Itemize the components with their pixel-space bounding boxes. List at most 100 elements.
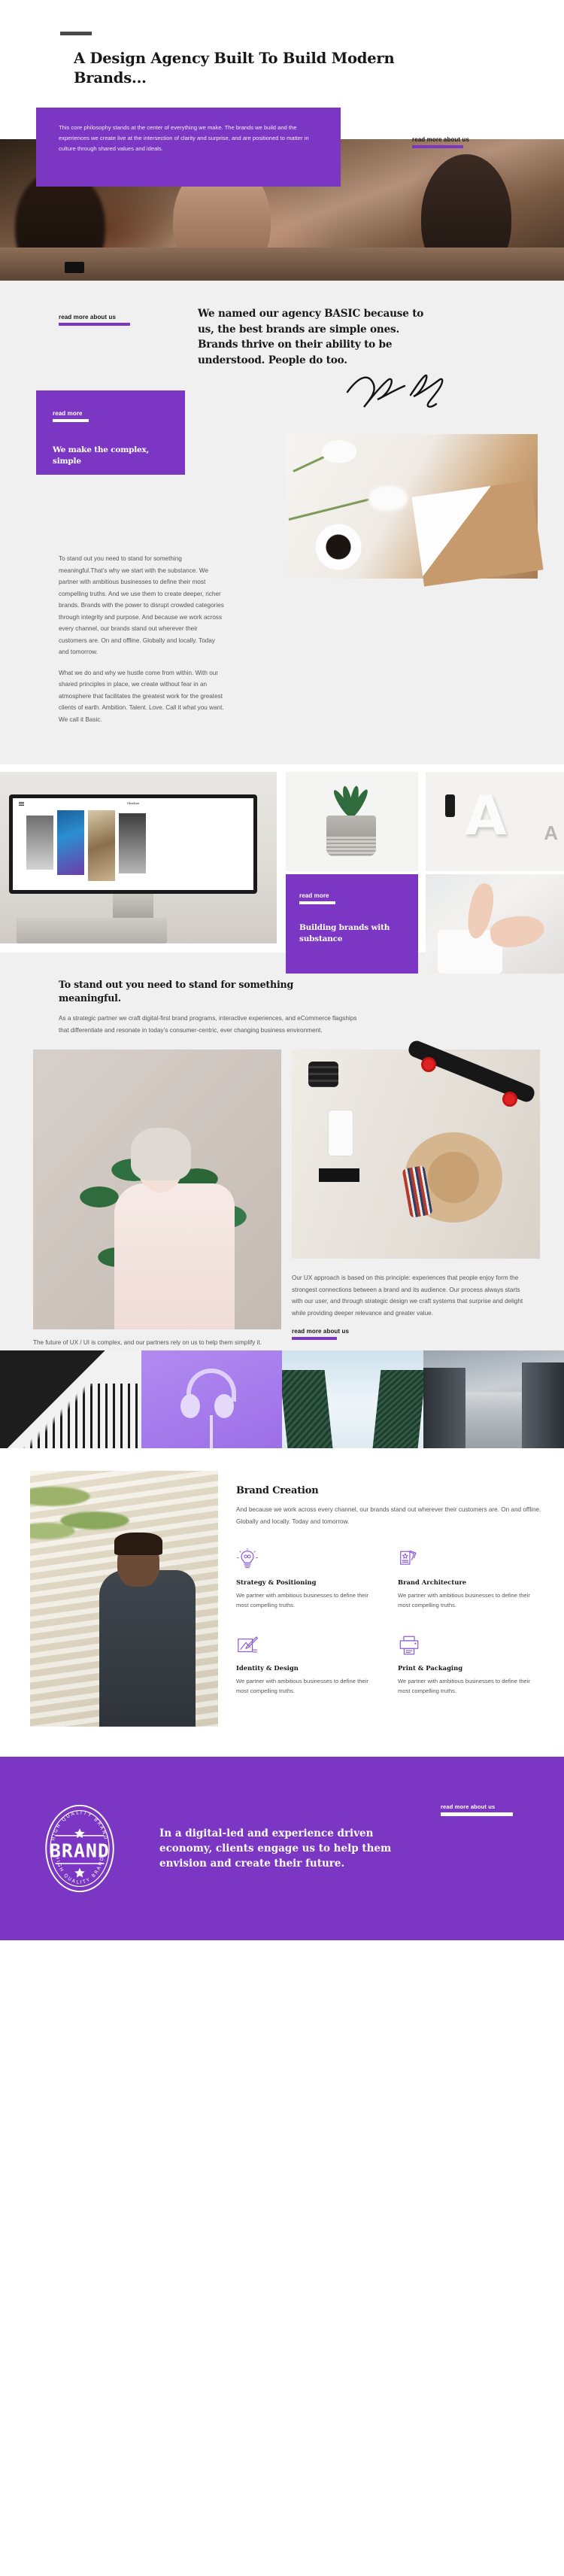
hero-desk bbox=[0, 248, 564, 281]
building-brands-read-more-link[interactable]: read more bbox=[299, 892, 335, 904]
basic-paragraph-1: To stand out you need to stand for somet… bbox=[59, 555, 224, 655]
photo-hair bbox=[131, 1128, 191, 1180]
feature-strategy-positioning[interactable]: Strategy & Positioning We partner with a… bbox=[236, 1548, 380, 1610]
cards-star-icon bbox=[400, 1550, 417, 1565]
tulip-stem-2 bbox=[288, 498, 370, 521]
landing-page: A Design Agency Built To Build Modern Br… bbox=[0, 0, 564, 1940]
feature-title: Brand Architecture bbox=[398, 1578, 467, 1586]
standout-read-more-underline bbox=[292, 1337, 337, 1340]
standout-right-note: Our UX approach is based on this princip… bbox=[292, 1272, 526, 1340]
hero-read-more-underline bbox=[412, 145, 463, 148]
hero-phone bbox=[65, 262, 84, 273]
letter-a-photo: A A bbox=[426, 772, 564, 871]
feature-text: We partner with ambitious businesses to … bbox=[236, 1592, 368, 1608]
tulip-flower-2 bbox=[368, 485, 408, 511]
skateboard-wheel-2 bbox=[502, 1092, 517, 1107]
gallery-image-2 bbox=[57, 810, 84, 875]
standout-read-more-link[interactable]: read more about us bbox=[292, 1328, 349, 1340]
headphone-cup-right bbox=[214, 1394, 234, 1418]
feature-text: We partner with ambitious businesses to … bbox=[398, 1678, 530, 1694]
hero-section: A Design Agency Built To Build Modern Br… bbox=[0, 0, 564, 282]
standout-grid: Our UX approach is based on this princip… bbox=[0, 1038, 564, 1369]
hero-philosophy-text: This core philosophy stands at the cente… bbox=[59, 124, 309, 152]
shopping-mall-photo bbox=[423, 1350, 564, 1448]
feature-text: We partner with ambitious businesses to … bbox=[236, 1678, 368, 1694]
title-rule bbox=[60, 32, 92, 35]
brand-creation-feature-grid: Strategy & Positioning We partner with a… bbox=[236, 1548, 541, 1696]
hands-photo bbox=[426, 874, 564, 974]
feature-title: Identity & Design bbox=[236, 1664, 299, 1672]
feature-title: Print & Packaging bbox=[398, 1664, 463, 1672]
man-hair bbox=[114, 1533, 162, 1555]
complex-simple-read-more-link[interactable]: read more bbox=[53, 410, 89, 422]
building-left bbox=[282, 1370, 333, 1448]
imac-gallery bbox=[26, 810, 146, 881]
footer-read-more-link[interactable]: read more about us bbox=[441, 1803, 513, 1816]
big-letter-a: A bbox=[465, 784, 507, 847]
basic-read-more-label: read more about us bbox=[59, 314, 117, 320]
plant-photo bbox=[286, 772, 418, 871]
tulips-coffee-photo bbox=[286, 434, 544, 587]
architecture-stripes-photo bbox=[0, 1350, 141, 1448]
hero-image-band: This core philosophy stands at the cente… bbox=[0, 108, 564, 282]
imac-site-title: Obsidian bbox=[126, 802, 140, 805]
printer-icon bbox=[399, 1636, 419, 1655]
tulip-flower-1 bbox=[322, 440, 356, 463]
hero-philosophy-card: This core philosophy stands at the cente… bbox=[36, 108, 341, 187]
building-right bbox=[372, 1370, 423, 1448]
complex-simple-card[interactable]: read more We make the complex, simple bbox=[36, 390, 185, 475]
mosaic-section: Obsidian A A read more Building brands w… bbox=[0, 764, 564, 974]
standout-sub: As a strategic partner we craft digital-… bbox=[59, 1015, 357, 1034]
plant-pot-rope bbox=[326, 837, 376, 856]
building-brands-card[interactable]: read more Building brands with substance bbox=[286, 874, 418, 974]
basic-cta-col: read more about us bbox=[59, 306, 198, 368]
brand-creation-lead: And because we work across every channel… bbox=[236, 1506, 541, 1525]
skyscrapers-photo bbox=[282, 1350, 423, 1448]
basic-copy: To stand out you need to stand for somet… bbox=[0, 541, 226, 764]
woman-with-plants-photo bbox=[33, 1050, 281, 1329]
imac-stand bbox=[113, 894, 153, 918]
standout-section: To stand out you need to stand for somet… bbox=[0, 952, 564, 1369]
man-torso bbox=[99, 1570, 196, 1727]
brand-creation-section: Brand Creation And because we work acros… bbox=[0, 1448, 564, 1757]
feature-text: We partner with ambitious businesses to … bbox=[398, 1592, 530, 1608]
wristwatch bbox=[445, 794, 455, 817]
basic-middle-row: read more We make the complex, simple bbox=[0, 374, 564, 587]
standout-read-more-label: read more about us bbox=[292, 1328, 350, 1335]
building-brands-read-more-label: read more bbox=[299, 892, 329, 899]
brand-creation-body: Brand Creation And because we work acros… bbox=[218, 1471, 564, 1727]
imac-screen-content: Obsidian bbox=[13, 798, 253, 890]
purple-headphones-photo bbox=[141, 1350, 282, 1448]
basic-header-row: read more about us We named our agency B… bbox=[0, 306, 564, 368]
gallery-image-4 bbox=[119, 813, 146, 873]
footer-cta-text: In a digital-led and experience driven e… bbox=[159, 1826, 408, 1871]
building-brands-read-more-underline bbox=[299, 901, 335, 904]
laptop bbox=[17, 918, 167, 943]
pencil-sketch-icon bbox=[238, 1636, 258, 1653]
smartphone bbox=[328, 1110, 353, 1156]
feature-identity-design[interactable]: Identity & Design We partner with ambiti… bbox=[236, 1634, 380, 1696]
flatlay-accessories-photo bbox=[292, 1038, 540, 1259]
page-title: A Design Agency Built To Build Modern Br… bbox=[74, 50, 395, 87]
skateboard-wheel-1 bbox=[421, 1057, 436, 1072]
standout-right-text: Our UX approach is based on this princip… bbox=[292, 1274, 523, 1317]
basic-read-more-underline bbox=[59, 323, 130, 326]
headphone-cord bbox=[210, 1415, 214, 1448]
standout-heading: To stand out you need to stand for somet… bbox=[59, 979, 294, 1004]
lightbulb-icon bbox=[237, 1548, 258, 1569]
building-brands-title: Building brands with substance bbox=[299, 923, 390, 943]
imac-workspace-photo: Obsidian bbox=[0, 772, 277, 943]
footer-read-more-underline bbox=[441, 1812, 513, 1816]
brand-creation-title: Brand Creation bbox=[236, 1485, 319, 1496]
imac-screen: Obsidian bbox=[9, 794, 257, 894]
mall-storefront-left bbox=[423, 1368, 465, 1448]
gallery-image-3 bbox=[88, 810, 115, 881]
hero-read-more-link[interactable]: read more about us bbox=[412, 136, 469, 148]
feature-print-packaging[interactable]: Print & Packaging We partner with ambiti… bbox=[398, 1634, 541, 1696]
feature-brand-architecture[interactable]: Brand Architecture We partner with ambit… bbox=[398, 1548, 541, 1610]
basic-read-more-link[interactable]: read more about us bbox=[59, 314, 130, 326]
small-letter-a: A bbox=[544, 822, 558, 844]
hero-read-more-label: read more about us bbox=[412, 136, 470, 143]
footer-cta-heading: In a digital-led and experience driven e… bbox=[159, 1827, 392, 1870]
photo-dress bbox=[114, 1183, 235, 1329]
